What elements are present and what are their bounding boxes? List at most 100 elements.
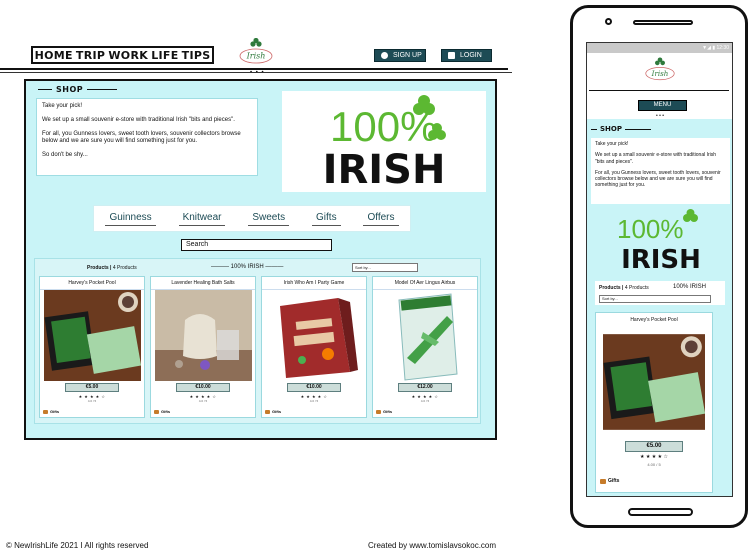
tag-icon <box>154 409 159 414</box>
product-image[interactable] <box>155 290 252 381</box>
signup-button[interactable]: SIGN UP <box>374 49 426 62</box>
product-image[interactable] <box>603 331 705 433</box>
top-nav: HOME TRIP WORK LIFE TIPS <box>31 46 214 64</box>
product-card[interactable]: Lavender Healing Bath Salts €10.00 ★ ★ ★… <box>150 276 256 418</box>
product-image[interactable] <box>44 290 141 381</box>
tag-icon <box>265 409 270 414</box>
nav-home[interactable]: HOME <box>35 49 73 62</box>
product-image[interactable] <box>266 290 363 381</box>
category-gifts[interactable]: Gifts <box>312 212 341 226</box>
logo-dots: • • • <box>250 70 265 76</box>
login-button[interactable]: LOGIN <box>441 49 492 62</box>
product-price: €5.00 <box>625 441 683 452</box>
search-input[interactable]: Search <box>181 239 332 251</box>
tag-icon <box>43 409 48 414</box>
home-button[interactable] <box>628 508 693 516</box>
hundred-percent-irish-banner: 100% IRISH <box>282 91 486 192</box>
credits-link[interactable]: Created by www.tomislavsokoc.com <box>368 541 496 550</box>
nav-tips[interactable]: TIPS <box>182 49 211 62</box>
product-title: Lavender Healing Bath Salts <box>151 277 255 290</box>
product-center-label: ——— 100% IRISH ——— <box>211 264 284 270</box>
product-card[interactable]: Irish Who Am I Party Game €10.00 ★ ★ ★ ★… <box>261 276 367 418</box>
sort-select[interactable]: Sort by... <box>599 295 711 303</box>
copyright-text: © NewIrishLife 2021 I All rights reserve… <box>6 541 149 550</box>
shop-page: SHOP Take your pick! We set up a small s… <box>24 79 497 440</box>
product-card[interactable]: Harvey's Pocket Pool €5.00 ★ ★ ★ ★ ☆ 4.0… <box>595 312 713 493</box>
hundred-percent-irish-banner: 100% IRISH <box>617 209 701 274</box>
category-guinness[interactable]: Guinness <box>105 212 156 226</box>
rating-text: 4.0 / 5 <box>309 399 319 403</box>
category-knitwear[interactable]: Knitwear <box>178 212 226 226</box>
mobile-shop-page: SHOP Take your pick! We set up a small s… <box>587 119 732 496</box>
shop-title: SHOP <box>56 85 84 94</box>
sort-select[interactable]: Sort by... <box>352 263 418 272</box>
signup-label: SIGN UP <box>393 52 422 59</box>
product-grid: Products | 4 Products ——— 100% IRISH ———… <box>34 258 481 424</box>
product-toolbar: Products | 4 Products ——— 100% IRISH ———… <box>35 262 480 274</box>
intro-line: For all, you Gunness lovers, sweet tooth… <box>42 130 241 145</box>
category-tag[interactable]: Gifts <box>376 409 392 414</box>
rating-text: 4.0 / 5 <box>87 399 97 403</box>
shop-title: SHOP <box>600 125 622 133</box>
banner-top: 100% <box>617 214 684 244</box>
product-title: Irish Who Am I Party Game <box>262 277 366 290</box>
intro-line: We set up a small souvenir e-store with … <box>42 116 235 123</box>
rating-text: 4.0 / 5 <box>420 399 430 403</box>
category-tag[interactable]: Gifts <box>600 478 619 484</box>
product-image[interactable] <box>377 290 474 381</box>
nav-life[interactable]: LIFE <box>151 49 178 62</box>
menu-button[interactable]: MENU <box>638 100 687 111</box>
intro-line: Take your pick! <box>595 141 629 147</box>
product-count: Products | 4 Products <box>87 265 137 271</box>
product-price: €10.00 <box>176 383 230 392</box>
shop-intro: Take your pick! We set up a small souven… <box>36 98 258 176</box>
product-title: Harvey's Pocket Pool <box>630 317 678 323</box>
category-tag[interactable]: Gifts <box>154 409 170 414</box>
rating-text: 4.00 / 5 <box>647 462 661 467</box>
phone-mockup: ▼◢ ▮ 12:30 Irish MENU • • • SHOP Take yo… <box>570 5 748 528</box>
site-logo[interactable]: Irish <box>644 57 676 83</box>
logo-text: Irish <box>651 69 669 78</box>
tag-icon <box>600 478 606 484</box>
product-center-label: 100% IRISH <box>673 284 707 290</box>
category-tag[interactable]: Gifts <box>265 409 281 414</box>
shamrock-icon <box>683 209 698 222</box>
product-price: €5.00 <box>65 383 119 392</box>
header-divider-thin <box>0 72 512 73</box>
product-card[interactable]: Model Of Aer Lingus Airbus €12.00 ★ ★ ★ … <box>372 276 478 418</box>
user-plus-icon <box>381 52 388 59</box>
camera-icon <box>605 18 612 25</box>
shop-heading: SHOP <box>591 125 651 133</box>
speaker-icon <box>633 20 693 25</box>
product-title: Harvey's Pocket Pool <box>40 277 144 290</box>
intro-line: For all, you Gunness lovers, sweet tooth… <box>595 169 721 189</box>
category-offers[interactable]: Offers <box>363 212 399 226</box>
nav-trip[interactable]: TRIP <box>76 49 105 62</box>
category-sweets[interactable]: Sweets <box>248 212 290 226</box>
nav-work[interactable]: WORK <box>108 49 148 62</box>
product-title: Model Of Aer Lingus Airbus <box>373 277 477 290</box>
site-logo[interactable]: Irish <box>238 38 274 66</box>
product-card[interactable]: Harvey's Pocket Pool €5.00 ★ ★ ★ ★ ☆ 4.0… <box>39 276 145 418</box>
login-icon <box>448 52 455 59</box>
intro-line: Take your pick! <box>42 103 83 109</box>
status-bar: ▼◢ ▮ 12:30 <box>587 43 732 53</box>
star-rating: ★ ★ ★ ★ ☆ <box>640 454 668 460</box>
header-divider <box>0 68 508 70</box>
tag-icon <box>376 409 381 414</box>
intro-line: We set up a small souvenir e-store with … <box>595 152 717 165</box>
header-divider <box>589 90 729 91</box>
category-bar: Guinness Knitwear Sweets Gifts Offers <box>93 205 411 232</box>
rating-text: 4.0 / 5 <box>198 399 208 403</box>
product-count: Products | 4 Products <box>599 285 649 291</box>
phone-screen: ▼◢ ▮ 12:30 Irish MENU • • • SHOP Take yo… <box>586 42 733 497</box>
product-toolbar: Products | 4 Products 100% IRISH Sort by… <box>595 281 725 305</box>
product-price: €12.00 <box>398 383 452 392</box>
banner-bottom: IRISH <box>323 147 446 192</box>
shop-heading: SHOP <box>38 85 118 94</box>
banner-bottom: IRISH <box>621 245 701 274</box>
product-price: €10.00 <box>287 383 341 392</box>
logo-text: Irish <box>246 52 266 61</box>
login-label: LOGIN <box>460 52 482 59</box>
category-tag[interactable]: Gifts <box>43 409 59 414</box>
